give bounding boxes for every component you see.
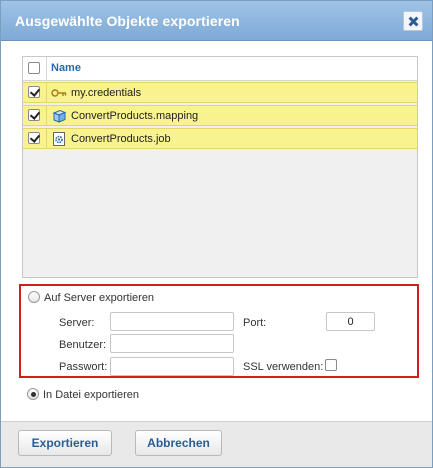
dialog-footer: Exportieren Abbrechen (1, 421, 432, 467)
cube-icon (52, 109, 67, 123)
server-export-group: Auf Server exportieren Server: Port: Ben… (19, 284, 419, 378)
gear-document-icon (53, 132, 65, 146)
password-label: Passwort: (59, 361, 108, 373)
file-export-label: In Datei exportieren (43, 389, 139, 401)
password-input[interactable] (110, 357, 234, 376)
table-row[interactable]: ConvertProducts.mapping (23, 105, 417, 126)
row-checkbox-cell (23, 129, 47, 148)
server-export-radio[interactable] (28, 291, 40, 303)
server-label: Server: (59, 317, 95, 329)
cancel-button[interactable]: Abbrechen (135, 430, 222, 456)
export-button[interactable]: Exportieren (18, 430, 112, 456)
select-all-checkbox[interactable] (28, 62, 40, 74)
server-input[interactable] (110, 312, 234, 331)
close-icon[interactable] (403, 11, 423, 31)
table-row[interactable]: my.credentials (23, 82, 417, 103)
row-checkbox[interactable] (28, 109, 40, 121)
row-checkbox-cell (23, 106, 47, 125)
user-input[interactable] (110, 334, 234, 353)
row-label: ConvertProducts.job (71, 133, 171, 145)
file-export-radio[interactable] (27, 388, 39, 400)
row-label: ConvertProducts.mapping (71, 110, 199, 122)
row-checkbox-cell (23, 83, 47, 102)
user-label: Benutzer: (59, 339, 107, 351)
port-input[interactable] (326, 312, 375, 331)
port-label: Port: (243, 317, 267, 329)
ssl-label: SSL verwenden: (243, 361, 324, 373)
table-header: Name (23, 57, 417, 81)
objects-table: Name my.credentials ConvertProducts.mapp… (22, 56, 418, 278)
dialog-titlebar: Ausgewählte Objekte exportieren (1, 1, 432, 41)
key-icon (51, 89, 67, 97)
table-row[interactable]: ConvertProducts.job (23, 128, 417, 149)
export-dialog: Ausgewählte Objekte exportieren Name my.… (0, 0, 433, 468)
dialog-title: Ausgewählte Objekte exportieren (15, 13, 240, 29)
row-checkbox[interactable] (28, 86, 40, 98)
server-export-label: Auf Server exportieren (44, 292, 155, 304)
column-header-name[interactable]: Name (51, 62, 81, 74)
row-checkbox[interactable] (28, 132, 40, 144)
row-label: my.credentials (71, 87, 142, 99)
header-checkbox-cell (23, 57, 47, 80)
ssl-checkbox[interactable] (325, 359, 337, 371)
